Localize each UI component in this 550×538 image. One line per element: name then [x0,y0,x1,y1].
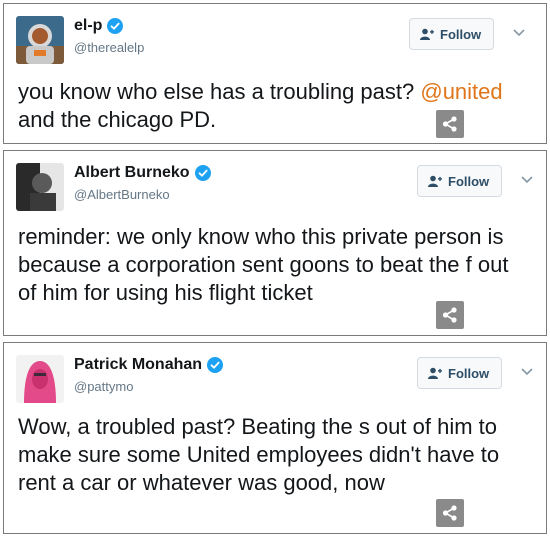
add-user-icon [428,367,442,379]
pink-hood-avatar-icon[interactable] [16,355,64,403]
verified-badge-icon [194,165,211,181]
share-icon [441,115,459,133]
follow-button[interactable]: Follow [417,357,503,389]
user-handle[interactable]: @therealelp [74,40,144,55]
tweet-card: Albert Burneko @AlbertBurneko Follow rem… [3,150,547,336]
share-icon [441,504,459,522]
follow-button[interactable]: Follow [417,165,503,197]
share-icon [441,306,459,324]
tweet-text: reminder: we only know who this private … [18,223,532,307]
verified-badge-icon [207,357,224,373]
share-button[interactable] [436,499,464,527]
tweet-text-part: reminder: we only know who this private … [18,224,509,305]
chevron-down-icon[interactable] [520,175,534,185]
tweet-card: Patrick Monahan @pattymo Follow Wow, a t… [3,342,547,534]
add-user-icon [428,175,442,187]
name-row: el-p [74,17,124,35]
chevron-down-icon[interactable] [520,367,534,377]
chevron-down-icon[interactable] [512,28,526,38]
name-row: Albert Burneko [74,164,211,182]
tweet-card: el-p @therealelp Follow you know who els… [3,3,547,144]
display-name[interactable]: el-p [74,17,102,35]
display-name[interactable]: Albert Burneko [74,164,190,182]
follow-label: Follow [448,173,490,189]
share-button[interactable] [436,301,464,329]
add-user-icon [420,28,434,40]
display-name[interactable]: Patrick Monahan [74,356,202,374]
name-row: Patrick Monahan [74,356,224,374]
tweet-text-part: and the chicago PD. [18,107,217,132]
user-handle[interactable]: @AlbertBurneko [74,187,170,202]
follow-button[interactable]: Follow [409,18,495,50]
follow-label: Follow [440,26,482,42]
tweet-text: Wow, a troubled past? Beating the s out … [18,413,532,497]
verified-badge-icon [107,18,124,34]
astronaut-avatar-icon[interactable] [16,16,64,64]
follow-label: Follow [448,365,490,381]
portrait-avatar-icon[interactable] [16,163,64,211]
share-button[interactable] [436,110,464,138]
mention-link[interactable]: @united [420,79,502,104]
user-handle[interactable]: @pattymo [74,379,133,394]
tweet-text-part: Wow, a troubled past? Beating the s out … [18,414,500,495]
tweet-text-part: you know who else has a troubling past? [18,79,421,104]
